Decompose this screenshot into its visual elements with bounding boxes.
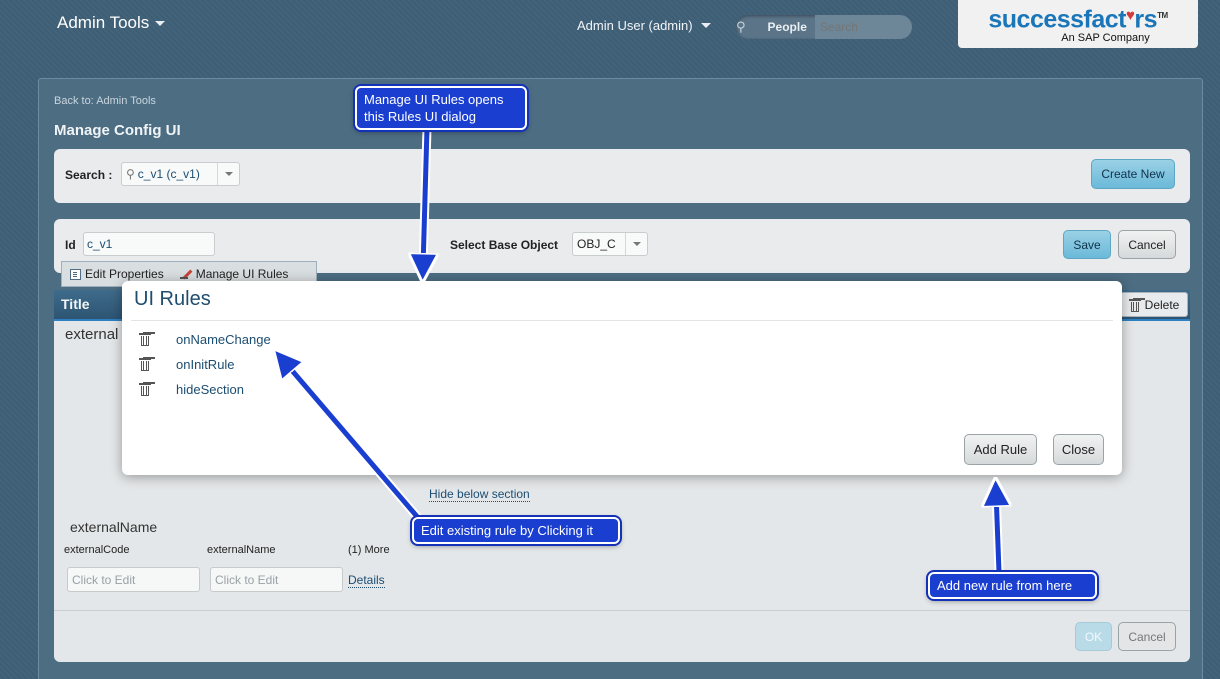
- delete-button[interactable]: Delete: [1120, 292, 1188, 317]
- search-combo-value: c_v1 (c_v1): [137, 167, 200, 181]
- close-button[interactable]: Close: [1053, 434, 1104, 465]
- tab-edit-properties[interactable]: Edit Properties: [62, 267, 172, 281]
- add-rule-button[interactable]: Add Rule: [964, 434, 1037, 465]
- trash-icon: [1128, 298, 1141, 312]
- chevron-down-icon: [700, 23, 711, 28]
- search-label: Search :: [65, 168, 113, 182]
- callout-add-rule: Add new rule from here: [928, 572, 1097, 599]
- id-label: Id: [65, 238, 76, 252]
- search-scope[interactable]: People: [746, 20, 815, 34]
- external-code-field[interactable]: Click to Edit: [67, 567, 200, 592]
- callout-open-dialog: Manage UI Rules opens this Rules UI dial…: [355, 86, 527, 130]
- save-button[interactable]: Save: [1063, 230, 1111, 259]
- divider: [54, 610, 1190, 611]
- logo-wordmark: successfact♥rsTM: [988, 5, 1168, 34]
- search-icon[interactable]: ⚲: [736, 19, 746, 35]
- base-object-select[interactable]: OBJ_C: [572, 232, 648, 256]
- trash-icon[interactable]: [139, 357, 151, 371]
- id-field[interactable]: c_v1: [83, 232, 215, 256]
- column-header: externalCode: [64, 544, 130, 556]
- user-menu[interactable]: Admin User (admin): [577, 18, 711, 33]
- document-icon: [70, 268, 81, 280]
- company-logo: successfact♥rsTM An SAP Company: [958, 0, 1198, 48]
- search-combo[interactable]: ⚲ c_v1 (c_v1): [121, 162, 240, 186]
- section-field-label: external: [65, 326, 119, 343]
- column-header: externalName: [207, 544, 276, 556]
- rule-link[interactable]: hideSection: [176, 382, 244, 397]
- column-header-more[interactable]: (1) More: [348, 544, 390, 556]
- tab-manage-ui-rules[interactable]: Manage UI Rules: [172, 267, 297, 281]
- search-icon: ⚲: [126, 167, 135, 181]
- details-link[interactable]: Details: [348, 573, 385, 588]
- field-group-label: externalName: [70, 519, 158, 535]
- dialog-title: UI Rules: [134, 288, 211, 310]
- base-object-value: OBJ_C: [577, 237, 616, 251]
- rule-link[interactable]: onInitRule: [176, 357, 235, 372]
- chevron-down-icon[interactable]: [625, 233, 647, 255]
- search-input[interactable]: [814, 15, 912, 39]
- chevron-down-icon[interactable]: [217, 163, 239, 185]
- trash-icon[interactable]: [139, 332, 151, 346]
- rule-link[interactable]: onNameChange: [176, 332, 271, 347]
- list-item: onNameChange: [139, 330, 271, 348]
- list-item: onInitRule: [139, 355, 235, 373]
- ok-button[interactable]: OK: [1075, 622, 1112, 651]
- callout-edit-rule: Edit existing rule by Clicking it: [412, 517, 620, 544]
- base-object-label: Select Base Object: [450, 238, 559, 252]
- global-search: ⚲ People: [736, 15, 912, 39]
- app-title: Admin Tools: [57, 13, 150, 32]
- divider: [131, 320, 1113, 321]
- cancel-button[interactable]: Cancel: [1118, 230, 1176, 259]
- back-link[interactable]: Back to: Admin Tools: [54, 95, 156, 107]
- create-new-button[interactable]: Create New: [1091, 159, 1175, 189]
- page-title: Manage Config UI: [54, 122, 181, 139]
- trash-icon[interactable]: [139, 382, 151, 396]
- hide-below-section-link[interactable]: Hide below section: [429, 487, 530, 502]
- logo-subtitle: An SAP Company: [1061, 32, 1150, 45]
- user-name: Admin User (admin): [577, 18, 693, 33]
- app-title-menu[interactable]: Admin Tools: [57, 13, 166, 33]
- footer-cancel-button[interactable]: Cancel: [1118, 622, 1176, 651]
- pencil-icon: [179, 268, 192, 280]
- external-name-field[interactable]: Click to Edit: [210, 567, 343, 592]
- chevron-down-icon: [155, 20, 166, 26]
- list-item: hideSection: [139, 380, 244, 398]
- section-header-title: Title: [61, 296, 90, 312]
